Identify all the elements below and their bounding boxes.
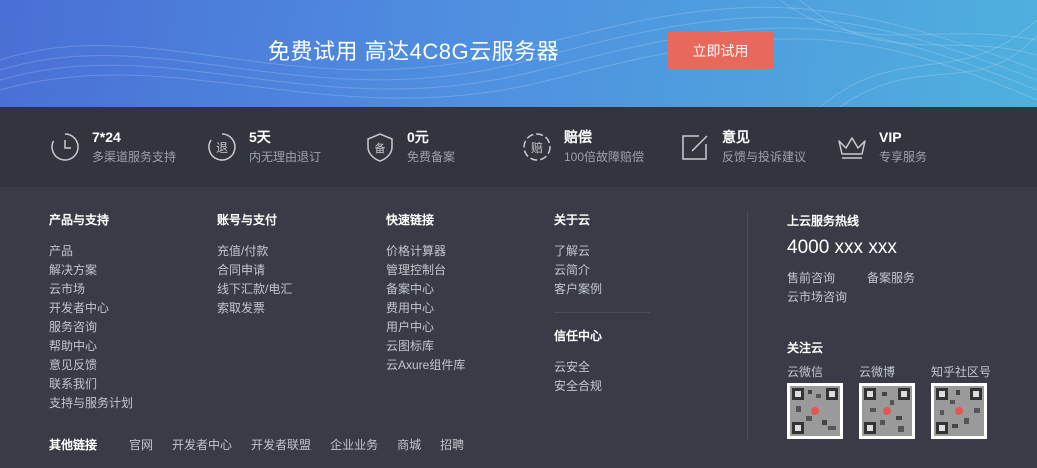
feature-item-refund: 退 5天 内无理由退订 <box>206 107 321 187</box>
section-divider <box>554 312 650 313</box>
qr-code-image <box>790 386 840 436</box>
footer-link[interactable]: 服务咨询 <box>49 318 133 337</box>
footer-link[interactable]: 云市场 <box>49 280 133 299</box>
qr-code-weibo <box>859 383 915 439</box>
feature-subtitle: 多渠道服务支持 <box>92 150 177 164</box>
other-link[interactable]: 官网 <box>129 436 153 453</box>
shield-icon: 备 <box>367 133 393 162</box>
svg-text:退: 退 <box>216 141 228 155</box>
feature-title: 意见 <box>722 129 750 145</box>
footer-link[interactable]: 云安全 <box>554 358 650 377</box>
presales-consult-link[interactable]: 售前咨询 <box>787 269 835 286</box>
feature-title: 7*24 <box>92 129 121 145</box>
clock-icon <box>51 133 79 161</box>
follow-title: 关注云 <box>787 341 824 355</box>
footer-column-account: 账号与支付 充值/付款 合同申请 线下汇款/电汇 索取发票 <box>217 211 292 318</box>
column-title: 账号与支付 <box>217 213 278 227</box>
feature-title: 5天 <box>249 129 271 145</box>
footer-link[interactable]: 云图标库 <box>386 337 465 356</box>
footer-column-products: 产品与支持 产品 解决方案 云市场 开发者中心 服务咨询 帮助中心 意见反馈 联… <box>49 211 133 413</box>
footer-column-quick-links: 快速链接 价格计算器 管理控制台 备案中心 费用中心 用户中心 云图标库 云Ax… <box>386 211 465 375</box>
footer-link[interactable]: 支持与服务计划 <box>49 394 133 413</box>
filing-service-link[interactable]: 备案服务 <box>867 269 915 286</box>
feedback-icon <box>682 135 708 160</box>
feature-bar: 7*24 多渠道服务支持 退 5天 内无理由退订 备 0元 免费备案 赔 赔偿 <box>0 107 1037 187</box>
banner-title: 免费试用 高达4C8G云服务器 <box>268 39 560 64</box>
other-links-row: 其他链接 官网 开发者中心 开发者联盟 企业业务 商城 招聘 <box>49 436 483 453</box>
footer-link[interactable]: 联系我们 <box>49 375 133 394</box>
other-link[interactable]: 开发者中心 <box>172 436 232 453</box>
qr-code-image <box>934 386 984 436</box>
feature-subtitle: 100倍故障赔偿 <box>564 150 645 164</box>
qr-label-weibo: 云微博 <box>859 365 896 379</box>
footer-link[interactable]: 帮助中心 <box>49 337 133 356</box>
compensation-icon: 赔 <box>523 133 551 161</box>
footer-link[interactable]: 意见反馈 <box>49 356 133 375</box>
qr-code-zhihu <box>931 383 987 439</box>
feature-title: 0元 <box>407 129 429 145</box>
footer-link[interactable]: 线下汇款/电汇 <box>217 280 292 299</box>
feature-subtitle: 专享服务 <box>879 150 928 164</box>
footer-link[interactable]: 开发者中心 <box>49 299 133 318</box>
feature-item-compensation: 赔 赔偿 100倍故障赔偿 <box>521 107 644 187</box>
svg-text:备: 备 <box>375 141 386 155</box>
vertical-divider <box>747 211 748 440</box>
other-link[interactable]: 开发者联盟 <box>251 436 311 453</box>
footer-link[interactable]: 价格计算器 <box>386 242 465 261</box>
footer-column-about: 关于云 了解云 云简介 客户案例 信任中心 云安全 安全合规 <box>554 211 650 396</box>
footer-link[interactable]: 解决方案 <box>49 261 133 280</box>
feature-item-filing: 备 0元 免费备案 <box>364 107 455 187</box>
svg-text:赔: 赔 <box>531 140 543 155</box>
feature-subtitle: 免费备案 <box>407 150 456 164</box>
footer-link[interactable]: 管理控制台 <box>386 261 465 280</box>
crown-icon <box>838 137 866 159</box>
qr-code-image <box>862 386 912 436</box>
footer-link[interactable]: 备案中心 <box>386 280 465 299</box>
footer-link[interactable]: 云Axure组件库 <box>386 356 465 375</box>
footer-link[interactable]: 充值/付款 <box>217 242 292 261</box>
footer-link[interactable]: 产品 <box>49 242 133 261</box>
other-link[interactable]: 招聘 <box>440 436 464 453</box>
footer-link[interactable]: 了解云 <box>554 242 650 261</box>
other-link[interactable]: 企业业务 <box>330 436 378 453</box>
qr-code-wechat <box>787 383 843 439</box>
hotline-number: 4000 xxx xxx <box>787 237 897 258</box>
column-title: 快速链接 <box>386 213 435 227</box>
column-title: 关于云 <box>554 213 591 227</box>
feature-item-support: 7*24 多渠道服务支持 <box>49 107 176 187</box>
qr-label-zhihu: 知乎社区号 <box>931 365 992 379</box>
feature-item-vip: VIP 专享服务 <box>836 107 927 187</box>
footer-link[interactable]: 云简介 <box>554 261 650 280</box>
other-link[interactable]: 商城 <box>397 436 421 453</box>
promo-banner: 免费试用 高达4C8G云服务器 立即试用 <box>0 0 1037 107</box>
feature-subtitle: 反馈与投诉建议 <box>722 150 807 164</box>
feature-title: VIP <box>879 129 902 145</box>
hotline-title: 上云服务热线 <box>787 214 860 228</box>
qr-label-wechat: 云微信 <box>787 365 824 379</box>
refund-icon: 退 <box>208 133 236 161</box>
column-title-trust-center: 信任中心 <box>554 329 603 343</box>
other-links-label: 其他链接 <box>49 438 98 452</box>
footer-link[interactable]: 用户中心 <box>386 318 465 337</box>
feature-title: 赔偿 <box>564 129 592 145</box>
feature-item-feedback: 意见 反馈与投诉建议 <box>679 107 806 187</box>
footer-link[interactable]: 合同申请 <box>217 261 292 280</box>
footer-link[interactable]: 客户案例 <box>554 280 650 299</box>
feature-subtitle: 内无理由退订 <box>249 150 322 164</box>
footer-link[interactable]: 索取发票 <box>217 299 292 318</box>
column-title: 产品与支持 <box>49 213 110 227</box>
marketplace-consult-link[interactable]: 云市场咨询 <box>787 288 847 305</box>
try-now-button[interactable]: 立即试用 <box>667 32 774 69</box>
footer-link[interactable]: 费用中心 <box>386 299 465 318</box>
footer-link[interactable]: 安全合规 <box>554 377 650 396</box>
